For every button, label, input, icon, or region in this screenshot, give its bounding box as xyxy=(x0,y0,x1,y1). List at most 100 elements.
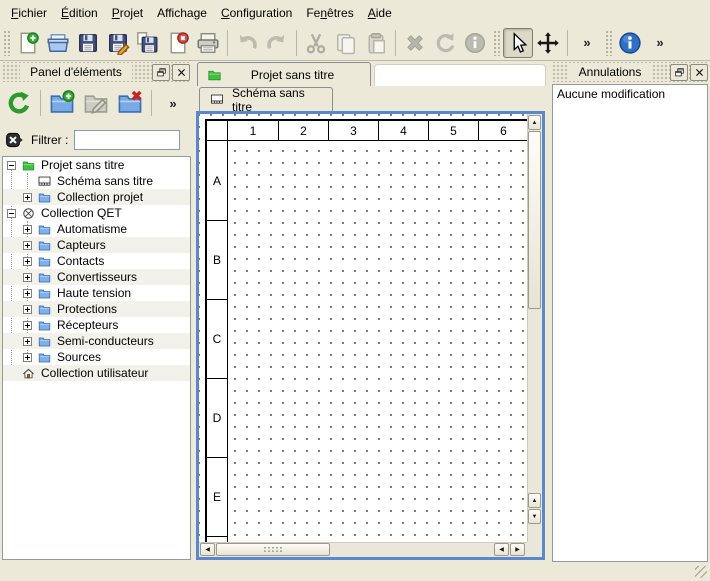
qelectrotech-window: FichierÉditionProjetAffichageConfigurati… xyxy=(0,0,710,581)
folder-blue-icon xyxy=(37,303,53,316)
tree-item-collection-utilisateur[interactable]: Collection utilisateur xyxy=(3,365,190,381)
copy-button[interactable] xyxy=(331,28,361,58)
tree-item-projet-sans-titre[interactable]: Projet sans titre xyxy=(3,157,190,173)
tree-expander-plus[interactable] xyxy=(23,305,37,314)
tree-expander-plus[interactable] xyxy=(23,225,37,234)
tab-schema[interactable]: Schéma sans titre xyxy=(199,87,333,111)
tree-expander-plus[interactable] xyxy=(23,289,37,298)
save-as-button[interactable] xyxy=(103,28,133,58)
elements-tree: Projet sans titreSchéma sans titreCollec… xyxy=(2,156,191,560)
tab-project[interactable]: Projet sans titre xyxy=(197,62,371,86)
panel-overflow-button[interactable]: » xyxy=(156,86,190,120)
panel-overflow-chevron-icon: » xyxy=(169,96,176,111)
scroll-down-button[interactable]: ▼ xyxy=(528,509,541,524)
close-document-button[interactable] xyxy=(163,28,193,58)
folder-blue-icon xyxy=(37,191,53,204)
folder-blue-icon xyxy=(37,271,53,284)
printer-icon xyxy=(196,31,220,55)
menu-fichier[interactable]: Fichier xyxy=(4,2,54,24)
toolbar-overflow-2-button[interactable]: » xyxy=(645,28,675,58)
tree-item-capteurs[interactable]: Capteurs xyxy=(3,237,190,253)
scroll-left-button[interactable]: ◀ xyxy=(200,543,215,556)
menu-affichage[interactable]: Affichage xyxy=(150,2,214,24)
tree-item-convertisseurs[interactable]: Convertisseurs xyxy=(3,269,190,285)
element-info-button[interactable] xyxy=(460,28,490,58)
horizontal-scrollbar-thumb[interactable] xyxy=(216,543,330,556)
about-qet-button[interactable] xyxy=(615,28,645,58)
toolbar-drag-handle[interactable] xyxy=(493,30,500,56)
vertical-scrollbar[interactable]: ▲▲▼ xyxy=(527,114,542,542)
tree-expander-plus[interactable] xyxy=(23,337,37,346)
new-document-button[interactable] xyxy=(13,28,43,58)
clear-filter-button[interactable] xyxy=(4,130,25,150)
reload-collections-button[interactable] xyxy=(2,86,36,120)
print-button[interactable] xyxy=(193,28,223,58)
tree-item-label: Projet sans titre xyxy=(41,158,124,172)
edit-category-button[interactable] xyxy=(79,86,113,120)
tree-item-collection-projet[interactable]: Collection projet xyxy=(3,189,190,205)
tree-expander-plus[interactable] xyxy=(23,241,37,250)
toolbar-drag-handle[interactable] xyxy=(605,30,612,56)
tree-item-automatisme[interactable]: Automatisme xyxy=(3,221,190,237)
tree-expander-plus[interactable] xyxy=(23,321,37,330)
tree-item-sources[interactable]: Sources xyxy=(3,349,190,365)
delete-button[interactable] xyxy=(400,28,430,58)
paste-button[interactable] xyxy=(361,28,391,58)
tab-project-label: Projet sans titre xyxy=(223,68,362,82)
schema-canvas[interactable]: 123456ABCDE xyxy=(199,114,527,542)
tree-item-collection-qet[interactable]: Collection QET xyxy=(3,205,190,221)
float-undo-panel-button[interactable] xyxy=(670,64,688,81)
tree-expander-plus[interactable] xyxy=(23,257,37,266)
move-arrows-icon xyxy=(536,31,560,55)
menu-edition[interactable]: Édition xyxy=(54,2,105,24)
menu-projet[interactable]: Projet xyxy=(105,2,150,24)
info-gray-icon xyxy=(463,31,487,55)
scroll-right-button[interactable]: ▶ xyxy=(510,543,525,556)
undo-button[interactable] xyxy=(232,28,262,58)
resize-grip[interactable] xyxy=(695,566,707,578)
tree-item-protections[interactable]: Protections xyxy=(3,301,190,317)
toolbar-overflow-1-button[interactable]: » xyxy=(572,28,602,58)
scroll-left-button-2[interactable]: ◀ xyxy=(494,543,509,556)
filter-input[interactable] xyxy=(74,130,180,150)
tree-expander-plus[interactable] xyxy=(23,193,37,202)
cut-button[interactable] xyxy=(301,28,331,58)
close-elements-panel-button[interactable] xyxy=(172,64,190,81)
tree-item-contacts[interactable]: Contacts xyxy=(3,253,190,269)
save-all-button[interactable] xyxy=(133,28,163,58)
menu-configuration[interactable]: Configuration xyxy=(214,2,299,24)
undo-list-item[interactable]: Aucune modification xyxy=(553,85,707,103)
tree-expander-minus[interactable] xyxy=(7,161,21,170)
column-header-6: 6 xyxy=(478,121,527,141)
selection-mode-button[interactable] xyxy=(503,28,533,58)
vertical-scrollbar-thumb[interactable] xyxy=(528,131,541,309)
folder-blue-icon xyxy=(37,223,53,236)
horizontal-scrollbar[interactable]: ◀◀▶ xyxy=(199,542,527,557)
open-document-button[interactable] xyxy=(43,28,73,58)
close-undo-panel-button[interactable] xyxy=(690,64,708,81)
redo-button[interactable] xyxy=(262,28,292,58)
pan-mode-button[interactable] xyxy=(533,28,563,58)
tree-item-schema-sans-titre[interactable]: Schéma sans titre xyxy=(3,173,190,189)
save-button[interactable] xyxy=(73,28,103,58)
tree-expander-none xyxy=(7,369,21,378)
toolbar-drag-handle[interactable] xyxy=(3,30,10,56)
tree-expander-minus[interactable] xyxy=(7,209,21,218)
column-header-1: 1 xyxy=(228,121,278,141)
delete-category-button[interactable] xyxy=(113,86,147,120)
undo-list: Aucune modification xyxy=(552,84,708,562)
tree-expander-plus[interactable] xyxy=(23,353,37,362)
tree-item-semi-conducteurs[interactable]: Semi-conducteurs xyxy=(3,333,190,349)
tree-item-recepteurs[interactable]: Récepteurs xyxy=(3,317,190,333)
folder-blue-icon xyxy=(37,239,53,252)
scroll-up-button-2[interactable]: ▲ xyxy=(528,493,541,508)
menu-fenetres[interactable]: Fenêtres xyxy=(299,2,360,24)
rotate-button[interactable] xyxy=(430,28,460,58)
menu-aide[interactable]: Aide xyxy=(361,2,399,24)
tree-item-haute-tension[interactable]: Haute tension xyxy=(3,285,190,301)
tree-expander-plus[interactable] xyxy=(23,273,37,282)
new-category-button[interactable] xyxy=(45,86,79,120)
scroll-up-button[interactable]: ▲ xyxy=(528,115,541,130)
float-elements-panel-button[interactable] xyxy=(152,64,170,81)
undo-panel-header: Annulations xyxy=(552,62,708,82)
